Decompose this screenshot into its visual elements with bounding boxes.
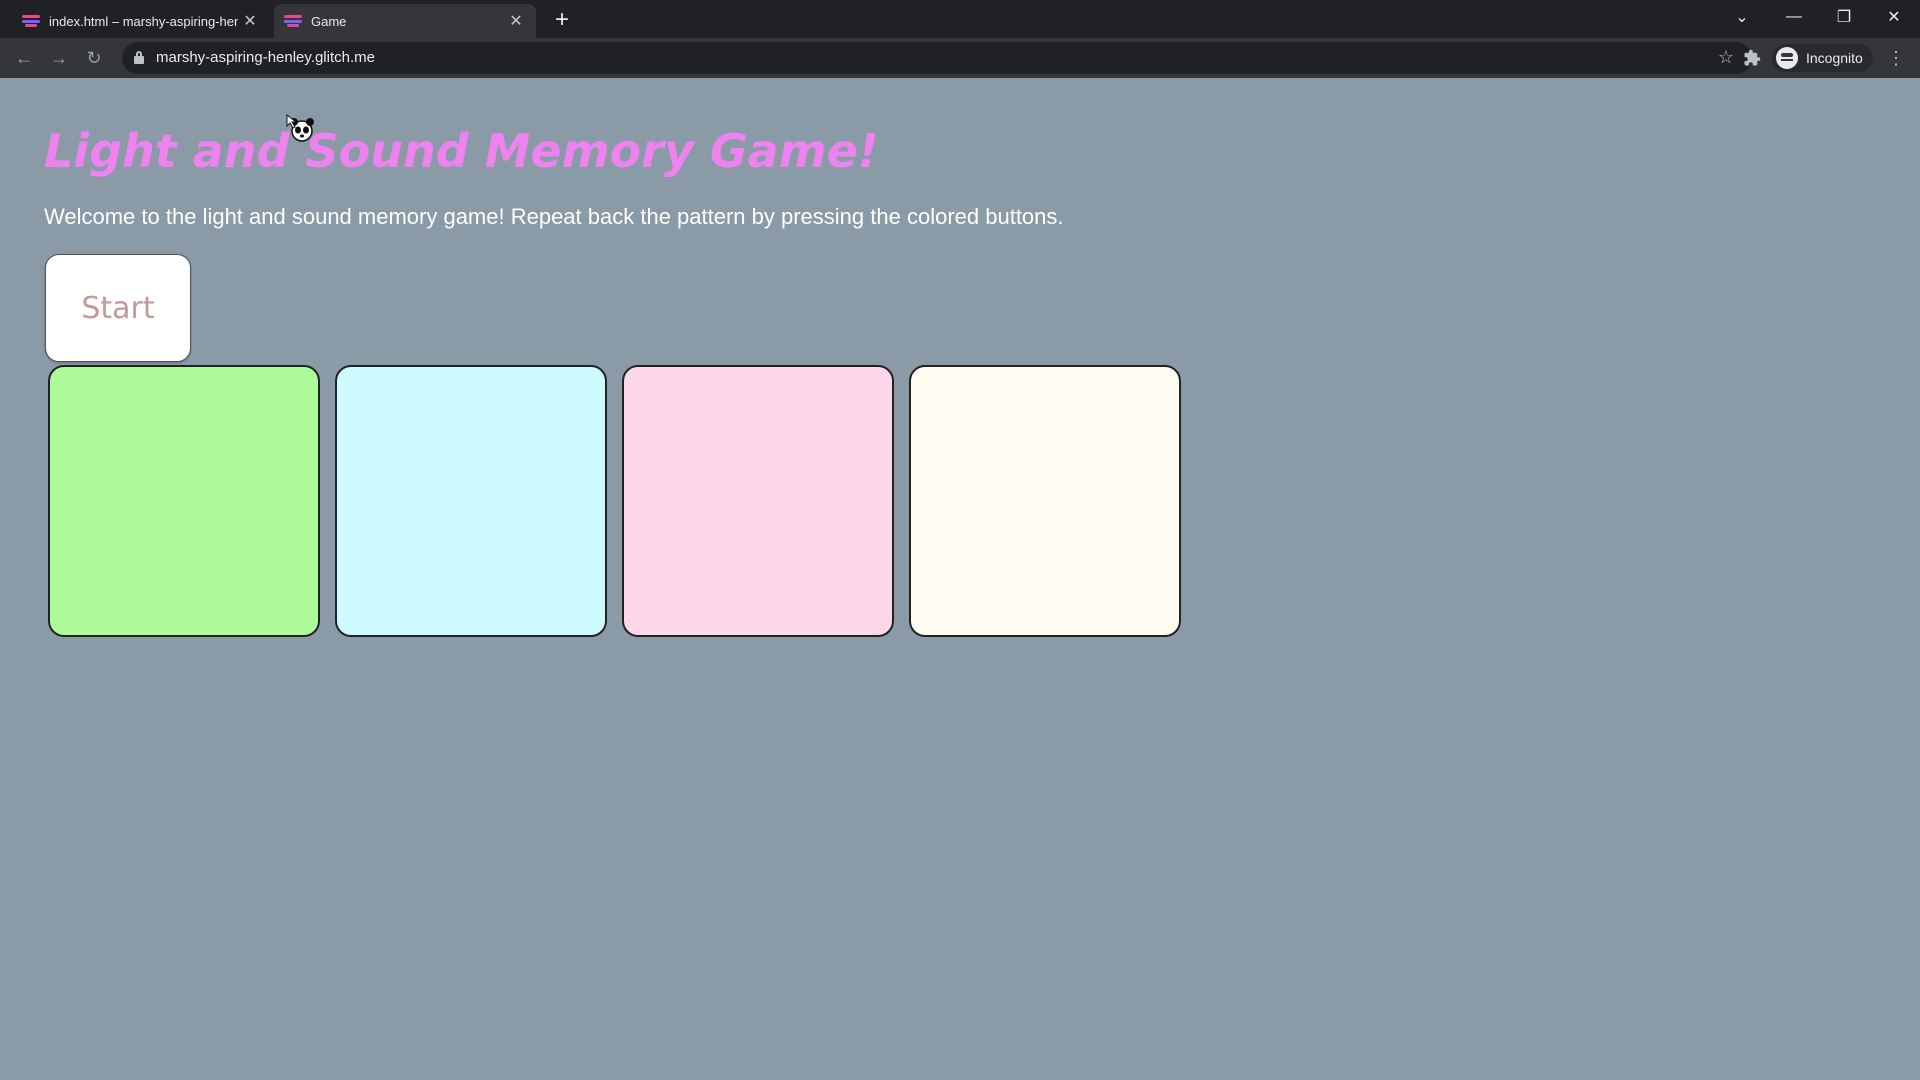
page-title: Light and Sound Memory Game! [44, 124, 879, 178]
forward-button[interactable]: → [45, 44, 73, 72]
browser-toolbar: ← → ↻ marshy-aspiring-henley.glitch.me ☆ [0, 38, 1920, 78]
page-content: Light and Sound Memory Game! Welcome to … [0, 78, 1920, 1080]
start-button[interactable]: Start [45, 254, 191, 362]
incognito-icon [1776, 47, 1798, 69]
lock-icon[interactable] [134, 51, 144, 64]
game-button-pink[interactable] [622, 365, 894, 637]
new-tab-button[interactable]: + [548, 6, 576, 34]
tab-bar: index.html – marshy-aspiring-henley ✕ Ga… [0, 0, 1920, 38]
window-close-button[interactable]: ✕ [1874, 2, 1914, 32]
minimize-button[interactable]: — [1774, 2, 1814, 32]
mouse-cursor-icon [286, 114, 314, 142]
glitch-favicon-icon [284, 15, 302, 27]
tab-index-html[interactable]: index.html – marshy-aspiring-henley ✕ [12, 4, 270, 38]
incognito-profile-button[interactable]: Incognito [1772, 44, 1873, 72]
glitch-favicon-icon [22, 15, 40, 27]
extensions-puzzle-icon[interactable] [1740, 46, 1764, 70]
intro-text: Welcome to the light and sound memory ga… [44, 204, 1064, 229]
restore-button[interactable]: ❐ [1824, 2, 1864, 32]
address-bar[interactable]: marshy-aspiring-henley.glitch.me ☆ [122, 42, 1752, 74]
tab-close-icon[interactable]: ✕ [504, 9, 528, 33]
game-button-cyan[interactable] [335, 365, 607, 637]
reload-button[interactable]: ↻ [80, 44, 108, 72]
tab-game[interactable]: Game ✕ [274, 4, 536, 38]
back-button[interactable]: ← [10, 44, 38, 72]
game-button-cream[interactable] [909, 365, 1181, 637]
tab-search-icon[interactable]: ⌄ [1722, 2, 1762, 32]
browser-menu-icon[interactable]: ⋮ [1884, 46, 1908, 70]
profile-label: Incognito [1806, 50, 1863, 66]
url-text[interactable]: marshy-aspiring-henley.glitch.me [156, 49, 375, 66]
game-button-green[interactable] [48, 365, 320, 637]
bookmark-star-icon[interactable]: ☆ [1718, 47, 1734, 68]
tab-title: Game [311, 13, 347, 29]
tab-close-icon[interactable]: ✕ [238, 9, 262, 33]
tab-title: index.html – marshy-aspiring-henley [49, 13, 238, 29]
